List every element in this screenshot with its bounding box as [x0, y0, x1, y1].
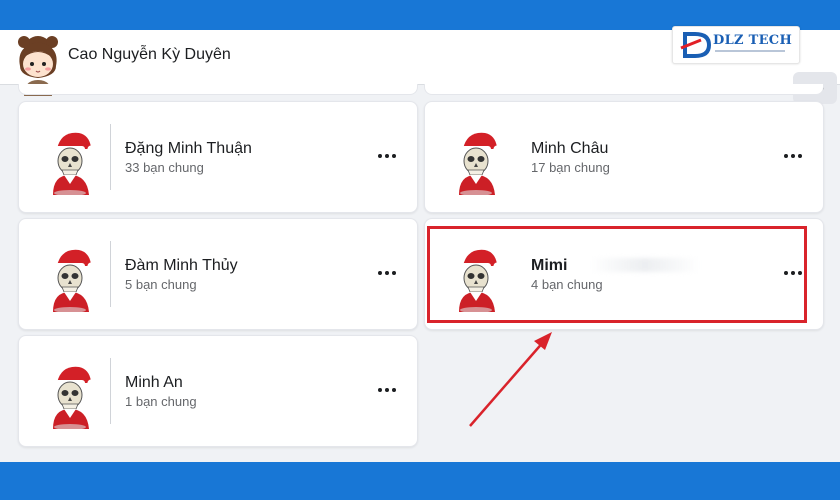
brand-d-logo-icon [680, 32, 712, 58]
friend-name[interactable]: Đàm Minh Thủy [125, 257, 238, 275]
santa-skull-avatar-icon[interactable] [49, 129, 95, 195]
friend-name[interactable]: Đặng Minh Thuận [125, 140, 252, 158]
friend-name[interactable]: Minh Châu [531, 140, 608, 158]
previous-card-stub [424, 84, 824, 95]
mutual-friends-count[interactable]: 17 bạn chung [531, 160, 610, 175]
friend-card[interactable]: Minh Châu 17 bạn chung [424, 101, 824, 213]
brand-logo: DLZ TECH [672, 26, 800, 64]
friend-card[interactable]: Minh An 1 bạn chung [18, 335, 418, 447]
santa-skull-avatar-icon[interactable] [49, 246, 95, 312]
friend-more-button[interactable] [375, 146, 399, 166]
highlight-box [427, 226, 807, 323]
mutual-friends-count[interactable]: 1 bạn chung [125, 394, 197, 409]
friend-card[interactable]: Đàm Minh Thủy 5 bạn chung [18, 218, 418, 330]
santa-skull-avatar-icon[interactable] [455, 129, 501, 195]
friend-card[interactable]: Đặng Minh Thuận 33 bạn chung [18, 101, 418, 213]
card-divider [110, 124, 111, 190]
card-divider [110, 241, 111, 307]
more-horizontal-icon [378, 154, 396, 158]
friend-more-button[interactable] [375, 380, 399, 400]
brand-tagline-line [715, 50, 785, 52]
bottom-bar [0, 462, 840, 500]
mutual-friends-count[interactable]: 33 bạn chung [125, 160, 204, 175]
more-horizontal-icon [784, 154, 802, 158]
card-divider [110, 358, 111, 424]
friend-name[interactable]: Minh An [125, 374, 183, 392]
mutual-friends-count[interactable]: 5 bạn chung [125, 277, 197, 292]
santa-skull-avatar-icon[interactable] [49, 363, 95, 429]
more-horizontal-icon [378, 271, 396, 275]
profile-name[interactable]: Cao Nguyễn Kỳ Duyên [68, 46, 231, 64]
friend-more-button[interactable] [781, 146, 805, 166]
brand-name: DLZ TECH [713, 33, 793, 48]
friend-more-button[interactable] [375, 263, 399, 283]
more-horizontal-icon [378, 388, 396, 392]
previous-card-stub [18, 84, 418, 95]
